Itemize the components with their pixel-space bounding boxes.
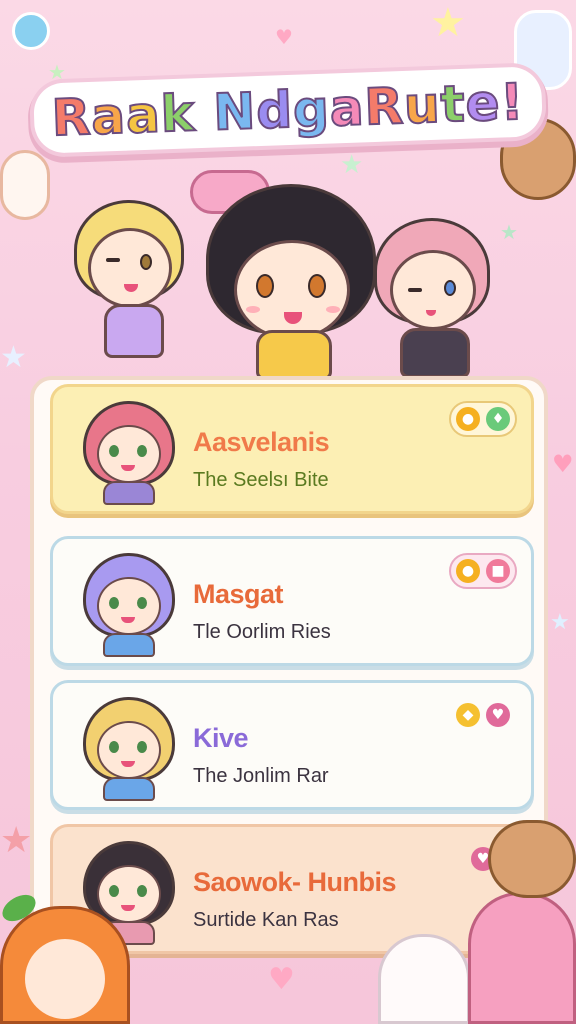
app-title: Raak NdgaRute! [32, 66, 544, 154]
character-name: Masgat [193, 579, 284, 609]
card-badge[interactable]: ● ■ [449, 553, 517, 589]
cat-icon: ◆ [456, 703, 480, 727]
character-center [190, 160, 380, 380]
character-subtitle: Tle Oorlim Ries [193, 621, 331, 643]
character-subtitle: Surtide Kan Ras [193, 909, 339, 931]
pink-bear-mascot-icon [468, 892, 576, 1024]
title-letter: e [463, 73, 502, 134]
star-icon: ★ [0, 820, 33, 861]
character-name: Kive [193, 723, 249, 753]
title-letter: a [89, 86, 128, 147]
title-banner: Raak NdgaRute! [32, 51, 544, 168]
character-card[interactable]: Kive The Jonlim Rar ◆ ♥ [50, 680, 534, 810]
character-right [370, 218, 500, 388]
title-letter: ! [498, 72, 526, 133]
heart-icon: ♥ [268, 962, 295, 997]
star-icon: ★ [0, 340, 27, 375]
title-letter: k [159, 83, 197, 144]
title-letter: g [291, 79, 332, 140]
character-card[interactable]: Aasvelanis The Seelsı Bite ● ♦ [50, 384, 534, 514]
title-letter: R [363, 76, 407, 137]
heart-icon: ♥ [552, 450, 574, 478]
character-list-panel: Aasvelanis The Seelsı Bite ● ♦ Masgat Tle Oor… [30, 376, 548, 954]
menu-icon[interactable] [12, 12, 50, 50]
title-letter: N [211, 81, 258, 142]
character-card[interactable]: Saowok- Hunbis Surtide Kan Ras ♥ [50, 824, 534, 954]
title-letter: u [402, 75, 443, 136]
title-letter: t [439, 74, 468, 135]
character-subtitle: The Seelsı Bite [193, 469, 329, 491]
title-letter: a [124, 84, 163, 145]
star-icon: ★ [430, 0, 466, 46]
title-letter: R [50, 87, 94, 148]
card-badge[interactable]: ● ♦ [449, 401, 517, 437]
character-name: Saowok- Hunbis [193, 867, 397, 897]
orange-mascot-icon [0, 889, 130, 1024]
character-card[interactable]: Masgat Tle Oorlim Ries ● ■ [50, 536, 534, 666]
chat-icon: ● [456, 407, 480, 431]
white-cat-mascot-icon [378, 934, 470, 1024]
character-left [70, 200, 190, 370]
character-avatar [75, 551, 183, 659]
dog-mascot-icon [488, 820, 576, 898]
heart-icon: ♥ [275, 25, 293, 49]
gift-icon: ■ [486, 559, 510, 583]
character-avatar [75, 399, 183, 507]
title-letter: d [254, 80, 295, 141]
heart-icon: ♥ [486, 703, 510, 727]
character-subtitle: The Jonlim Rar [193, 765, 329, 787]
chat-icon: ● [456, 559, 480, 583]
star-icon: ★ [550, 610, 570, 635]
hero-characters [60, 160, 520, 390]
card-badge[interactable]: ◆ ♥ [449, 697, 517, 733]
character-avatar [75, 695, 183, 803]
gem-icon: ♦ [486, 407, 510, 431]
character-name: Aasvelanis [193, 427, 330, 457]
title-letter: a [328, 77, 367, 138]
